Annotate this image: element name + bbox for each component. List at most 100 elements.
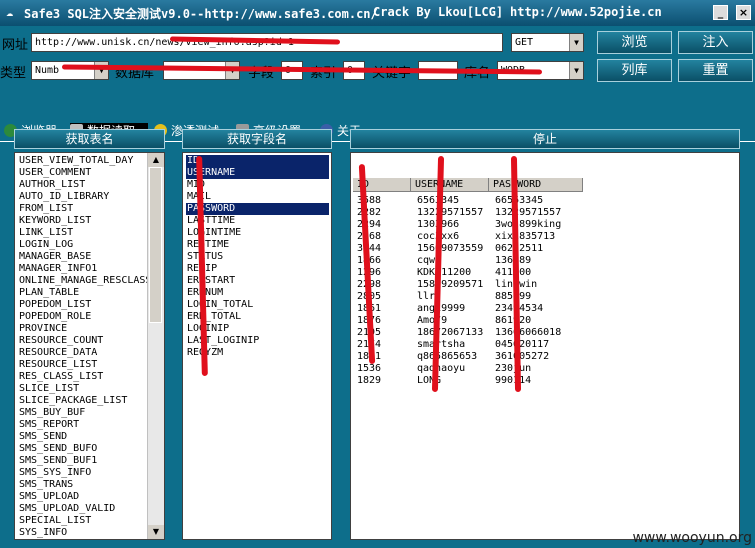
field-list-item[interactable]: STATUS — [186, 251, 329, 263]
list-db-button[interactable]: 列库 — [597, 59, 672, 82]
table-list-item[interactable]: LOGIN_LOG — [18, 239, 151, 251]
table-list-item[interactable]: KEYWORD_LIST — [18, 215, 151, 227]
table-cell: 2268 — [357, 231, 382, 242]
fields-items: IDUSERNAMEMIDMAILPASSWORDLASTTIMELOGINTI… — [186, 155, 329, 359]
table-list-item[interactable]: SMS_SYS_INFO — [18, 467, 151, 479]
chevron-down-icon[interactable]: ▼ — [569, 34, 583, 51]
table-cell: 15609073559 — [417, 243, 484, 254]
column-header-username[interactable]: USERNAME — [411, 178, 489, 192]
table-list-item[interactable]: AUTO_ID_LIBRARY — [18, 191, 151, 203]
table-cell: 13666066018 — [495, 327, 562, 338]
method-select[interactable]: GET ▼ — [511, 33, 584, 52]
table-list-item[interactable]: SMS_BUY_BUF — [18, 407, 151, 419]
field-list-item[interactable]: REGTIME — [186, 239, 329, 251]
field-list-item[interactable]: ERRNUM — [186, 287, 329, 299]
field-list-item[interactable]: LASTTIME — [186, 215, 329, 227]
field-list-item[interactable]: ERRSTART — [186, 275, 329, 287]
field-list-item[interactable]: ERR_TOTAL — [186, 311, 329, 323]
scroll-thumb[interactable] — [149, 167, 162, 323]
browse-button[interactable]: 浏览 — [597, 31, 672, 54]
table-list-item[interactable]: POPEDOM_LIST — [18, 299, 151, 311]
table-list-item[interactable]: FROM_LIST — [18, 203, 151, 215]
method-value: GET — [515, 37, 534, 48]
field-list-item[interactable]: PASSWORD — [186, 203, 329, 215]
table-cell: Amo79 — [417, 315, 448, 326]
minimize-button[interactable]: _ — [713, 5, 728, 20]
field-list-item[interactable]: MID — [186, 179, 329, 191]
table-list-item[interactable]: POPEDOM_ROLE — [18, 311, 151, 323]
table-cell: xixi835713 — [495, 231, 556, 242]
table-list-item[interactable]: SMS_SEND_BUFO — [18, 443, 151, 455]
watermark: www.wooyun.org — [632, 530, 752, 546]
table-list-item[interactable]: SPECIAL_LIST — [18, 515, 151, 527]
table-list-item[interactable]: ONLINE_MANAGE_RESCLASS — [18, 275, 151, 287]
table-list-item[interactable]: PROVINCE — [18, 323, 151, 335]
column-header-password[interactable]: PASSWORD — [489, 178, 583, 192]
table-cell: 18672067133 — [417, 327, 484, 338]
field-list-item[interactable]: LOGIN_TOTAL — [186, 299, 329, 311]
field-list-item[interactable]: LOGINIP — [186, 323, 329, 335]
table-list-item[interactable]: MANAGER_INFO1 — [18, 263, 151, 275]
field-list-item[interactable]: LOGINTIME — [186, 227, 329, 239]
scroll-down-icon[interactable]: ▼ — [148, 525, 164, 539]
table-list-item[interactable]: SMS_REPORT — [18, 419, 151, 431]
inject-button[interactable]: 注入 — [678, 31, 753, 54]
crack-credit: Crack By Lkou[LCG] — [373, 5, 504, 19]
data-grid[interactable]: ID USERNAME PASSWORD 3588656334566563345… — [350, 152, 740, 540]
field-list-item[interactable]: LAST_LOGINIP — [186, 335, 329, 347]
table-list-item[interactable]: LINK_LIST — [18, 227, 151, 239]
table-list-item[interactable]: AUTHOR_LIST — [18, 179, 151, 191]
table-cell: ang19999 — [417, 303, 466, 314]
table-list-item[interactable]: SLICE_LIST — [18, 383, 151, 395]
field-list-item[interactable]: USERNAME — [186, 167, 329, 179]
reset-button[interactable]: 重置 — [678, 59, 753, 82]
tables-list[interactable]: USER_VIEW_TOTAL_DAY USER_COMMENT AUTHOR_LI… — [14, 152, 165, 540]
url-label: 网址 — [2, 38, 29, 53]
table-cell: 3wol899king — [495, 219, 562, 230]
table-list-item[interactable]: MANAGER_BASE — [18, 251, 151, 263]
table-list-item[interactable]: SMS_SEND — [18, 431, 151, 443]
main-area: 网址 http://www.unisk.cn/news/view_info.as… — [0, 26, 755, 548]
table-cell: 361005272 — [495, 351, 550, 362]
table-cell: 66563345 — [495, 195, 544, 206]
type-label: 类型 — [0, 66, 27, 81]
close-button[interactable]: × — [736, 5, 751, 20]
type-value: Numb — [35, 65, 60, 76]
tables-scrollbar[interactable]: ▲ ▼ — [147, 153, 164, 539]
table-list-item[interactable]: RESOURCE_DATA — [18, 347, 151, 359]
table-cell: 990114 — [495, 375, 532, 386]
field-list-item[interactable]: REGYZM — [186, 347, 329, 359]
table-list-item[interactable]: RES_CLASS_LIST — [18, 371, 151, 383]
chevron-down-icon[interactable]: ▼ — [569, 62, 583, 79]
stop-button[interactable]: 停止 — [350, 129, 740, 149]
table-list-item[interactable]: SLICE_PACKAGE_LIST — [18, 395, 151, 407]
table-list-item[interactable]: USER_VIEW_TOTAL_DAY — [18, 155, 151, 167]
table-cell: 1536 — [357, 363, 382, 374]
scroll-up-icon[interactable]: ▲ — [148, 153, 164, 167]
table-list-item[interactable]: SMS_UPLOAD_VALID — [18, 503, 151, 515]
table-list-item[interactable]: SMS_TRANS — [18, 479, 151, 491]
table-list-item[interactable]: SMS_UPLOAD — [18, 491, 151, 503]
get-fields-button[interactable]: 获取字段名 — [182, 129, 332, 149]
table-list-item[interactable]: SMS_SEND_BUF1 — [18, 455, 151, 467]
table-cell: KDK411200 — [417, 267, 472, 278]
table-list-item[interactable]: PLAN_TABLE — [18, 287, 151, 299]
table-cell: 045620117 — [495, 339, 550, 350]
title-bar: ☁ Safe3 SQL注入安全测试v9.0--http://www.safe3.… — [0, 0, 755, 26]
table-list-item[interactable]: SYS_INFO — [18, 527, 151, 539]
window-title: Safe3 SQL注入安全测试v9.0--http://www.safe3.co… — [24, 7, 378, 21]
table-cell: q865865653 — [417, 351, 478, 362]
table-cell: 13229571557 — [417, 207, 484, 218]
site-link: http://www.52pojie.cn — [510, 5, 662, 19]
get-tables-button[interactable]: 获取表名 — [14, 129, 165, 149]
table-list-item[interactable]: RESOURCE_LIST — [18, 359, 151, 371]
table-cell: smartsha — [417, 339, 466, 350]
field-list-item[interactable]: REGIP — [186, 263, 329, 275]
table-cell: 2294 — [357, 219, 382, 230]
field-list-item[interactable]: MAIL — [186, 191, 329, 203]
table-cell: 230jun — [495, 363, 532, 374]
field-list-item[interactable]: ID — [186, 155, 329, 167]
table-list-item[interactable]: USER_COMMENT — [18, 167, 151, 179]
table-cell: 15899209571 — [417, 279, 484, 290]
table-list-item[interactable]: RESOURCE_COUNT — [18, 335, 151, 347]
